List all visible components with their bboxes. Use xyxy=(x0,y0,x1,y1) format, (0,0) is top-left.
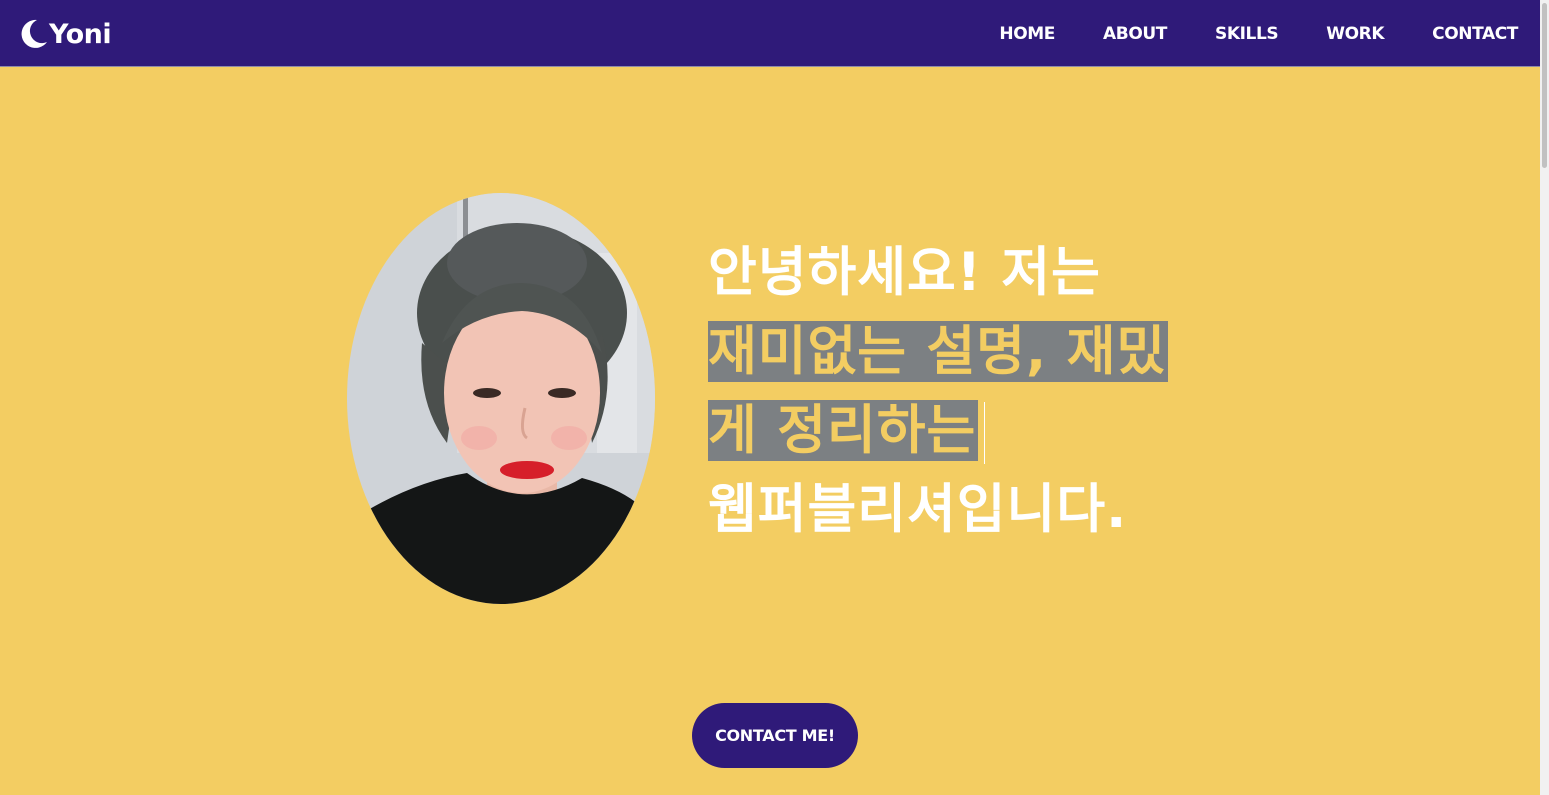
hero-highlight-1: 재미없는 설명, 재밌 xyxy=(708,321,1169,382)
scrollbar-thumb[interactable] xyxy=(1542,3,1547,168)
nav-item-home[interactable]: HOME xyxy=(999,24,1055,44)
hero-highlight-2: 게 정리하는 xyxy=(708,400,979,461)
nav-item-work[interactable]: WORK xyxy=(1326,24,1384,44)
hero-line-2: 재미없는 설명, 재밌 xyxy=(708,312,1169,391)
hero-line-4-text: 웹퍼블리셔입니다. xyxy=(708,479,1128,540)
hero-heading: 안녕하세요! 저는 재미없는 설명, 재밌 게 정리하는 웹퍼블리셔입니다. xyxy=(708,233,1169,549)
contact-me-button[interactable]: CONTACT ME! xyxy=(692,703,858,768)
nav-item-about[interactable]: ABOUT xyxy=(1103,24,1167,44)
hero-line-1: 안녕하세요! 저는 xyxy=(708,233,1168,312)
logo-text: Yoni xyxy=(49,18,112,50)
hero-line-4: 웹퍼블리셔입니다. xyxy=(708,470,1168,549)
logo-link[interactable]: Yoni xyxy=(17,14,112,54)
hero-line-1-text: 안녕하세요! 저는 xyxy=(708,242,1101,303)
typing-cursor xyxy=(984,402,986,465)
profile-photo-image xyxy=(347,193,655,604)
navbar: Yoni HOME ABOUT SKILLS WORK CONTACT xyxy=(0,0,1540,67)
moon-icon xyxy=(21,19,47,48)
nav-item-skills[interactable]: SKILLS xyxy=(1215,24,1279,44)
profile-photo xyxy=(347,193,655,604)
nav-menu: HOME ABOUT SKILLS WORK CONTACT xyxy=(951,0,1518,67)
nav-item-contact[interactable]: CONTACT xyxy=(1432,24,1518,44)
hero-line-3: 게 정리하는 xyxy=(708,391,1168,470)
